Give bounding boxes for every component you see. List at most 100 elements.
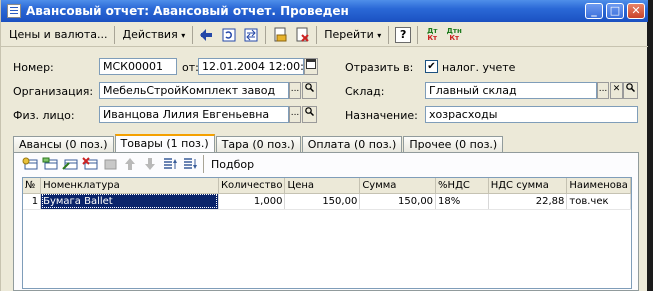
goods-table[interactable]: № Номенклатура Количество Цена Сумма %НД… — [22, 177, 632, 289]
tax-accounting-checkbox[interactable]: ✔ — [425, 60, 438, 73]
column-header-quantity[interactable]: Количество — [218, 178, 286, 194]
document-tabs: Авансы (0 поз.) Товары (1 поз.) Тара (0 … — [13, 133, 504, 154]
sort-descending-icon — [184, 158, 197, 169]
dtn-kt-button[interactable]: Дтн Кт — [444, 25, 464, 45]
unpost-button[interactable] — [292, 25, 312, 45]
end-edit-button[interactable] — [100, 156, 120, 172]
person-label: Физ. лицо: — [13, 109, 75, 122]
tab-containers[interactable]: Тара (0 поз.) — [215, 136, 301, 153]
column-header-number[interactable]: № — [23, 178, 42, 194]
main-toolbar: Цены и валюта... Действия ▾ Перейти ▾ ? … — [1, 23, 648, 47]
column-header-vat-rate[interactable]: %НДС — [435, 178, 489, 194]
toolbar-divider — [388, 25, 390, 44]
print-button[interactable] — [270, 25, 290, 45]
search-icon — [305, 83, 315, 93]
edit-row-button[interactable] — [60, 156, 80, 172]
copy-row-button[interactable] — [40, 156, 60, 172]
table-toolbar: Подбор — [20, 155, 254, 173]
toolbar-divider — [192, 25, 194, 44]
column-header-sum[interactable]: Сумма — [359, 178, 437, 194]
table-row[interactable]: 1 Бумага Ballet 1,000 150,00 150,00 18% … — [23, 193, 631, 210]
person-field[interactable]: Иванцова Лилия Евгеньевна — [99, 106, 289, 123]
purpose-field[interactable]: хозрасходы — [425, 106, 638, 123]
warehouse-select-button[interactable]: ... — [597, 82, 609, 99]
goto-label: Перейти — [324, 27, 374, 41]
warehouse-clear-button[interactable]: ✕ — [610, 82, 623, 99]
cell-sum[interactable]: 150,00 — [359, 193, 437, 210]
column-header-price[interactable]: Цена — [284, 178, 361, 194]
toolbar-divider — [417, 25, 419, 44]
warehouse-field[interactable]: Главный склад — [425, 82, 597, 99]
refresh-button[interactable] — [219, 25, 239, 45]
search-icon — [626, 83, 636, 93]
person-select-button[interactable]: ... — [289, 106, 301, 123]
person-open-button[interactable] — [302, 106, 317, 123]
title-bar[interactable]: Авансовый отчет: Авансовый отчет. Провед… — [1, 0, 648, 22]
arrow-left-icon — [200, 28, 213, 41]
move-up-button[interactable] — [120, 156, 140, 172]
close-button[interactable]: ✕ — [627, 3, 645, 19]
sort-ascending-icon — [164, 158, 177, 169]
copy-row-icon — [42, 157, 58, 170]
tax-accounting-label: налог. учете — [442, 61, 516, 74]
save-row-icon — [104, 159, 117, 170]
move-down-button[interactable] — [140, 156, 160, 172]
number-label: Номер: — [13, 61, 54, 74]
tab-goods[interactable]: Товары (1 поз.) — [114, 134, 215, 154]
actions-menu-button[interactable]: Действия ▾ — [118, 25, 189, 45]
chevron-down-icon: ▾ — [181, 30, 186, 40]
cell-quantity[interactable]: 1,000 — [218, 193, 286, 210]
actions-label: Действия — [122, 27, 178, 41]
add-row-button[interactable] — [20, 156, 40, 172]
document-cancel-icon — [296, 27, 309, 42]
warehouse-label: Склад: — [345, 85, 385, 98]
column-header-item[interactable]: Номенклатура — [40, 178, 219, 194]
number-field[interactable]: МСК00001 — [99, 58, 177, 75]
minimize-button[interactable]: _ — [585, 3, 603, 19]
delete-row-button[interactable] — [80, 156, 100, 172]
dt-kt-icon: Дт Кт — [427, 27, 438, 42]
edit-row-icon — [62, 159, 78, 170]
cell-vat-rate[interactable]: 18% — [435, 193, 489, 210]
goods-tab-panel: Подбор № Номенклатура Количество Цена Су… — [13, 152, 639, 291]
sort-desc-button[interactable] — [180, 156, 200, 172]
organization-open-button[interactable] — [302, 82, 317, 99]
tab-advances[interactable]: Авансы (0 поз.) — [13, 136, 114, 153]
kt-text: Кт — [449, 33, 460, 42]
document-export-icon — [274, 27, 287, 41]
delete-row-icon — [82, 157, 98, 170]
cell-item[interactable]: Бумага Ballet — [40, 193, 219, 210]
organization-field[interactable]: МебельСтройКомплект завод — [99, 82, 289, 99]
calendar-button[interactable] — [304, 58, 318, 75]
calendar-icon — [306, 59, 316, 69]
cell-name[interactable]: тов.чек — [566, 193, 631, 210]
tab-other[interactable]: Прочее (0 поз.) — [403, 136, 504, 153]
sort-asc-button[interactable] — [160, 156, 180, 172]
warehouse-open-button[interactable] — [623, 82, 638, 99]
tab-payment[interactable]: Оплата (0 поз.) — [301, 136, 403, 153]
dtn-kt-icon: Дтн Кт — [447, 27, 462, 42]
dt-kt-button[interactable]: Дт Кт — [422, 25, 442, 45]
column-header-vat-sum[interactable]: НДС сумма — [488, 178, 568, 194]
kt-text: Кт — [427, 33, 438, 42]
maximize-button[interactable]: □ — [606, 3, 624, 19]
chevron-down-icon: ▾ — [377, 30, 382, 40]
help-button[interactable]: ? — [393, 25, 413, 45]
swap-icon — [244, 28, 258, 41]
cell-vat-sum[interactable]: 22,88 — [488, 193, 568, 210]
purpose-label: Назначение: — [345, 109, 418, 122]
goto-menu-button[interactable]: Перейти ▾ — [320, 25, 385, 45]
column-header-name[interactable]: Наименова — [566, 178, 631, 194]
date-field[interactable]: 12.01.2004 12:00:00 — [198, 58, 304, 75]
document-icon — [7, 4, 21, 18]
organization-select-button[interactable]: ... — [289, 82, 301, 99]
post-document-button[interactable] — [197, 25, 217, 45]
window-title: Авансовый отчет: Авансовый отчет. Провед… — [26, 4, 349, 18]
cell-number[interactable]: 1 — [23, 193, 42, 210]
prices-currency-button[interactable]: Цены и валюта... — [5, 25, 111, 45]
swap-button[interactable] — [241, 25, 261, 45]
arrow-down-icon — [145, 158, 155, 170]
selection-button[interactable]: Подбор — [207, 158, 254, 171]
cell-price[interactable]: 150,00 — [284, 193, 361, 210]
organization-label: Организация: — [13, 85, 94, 98]
